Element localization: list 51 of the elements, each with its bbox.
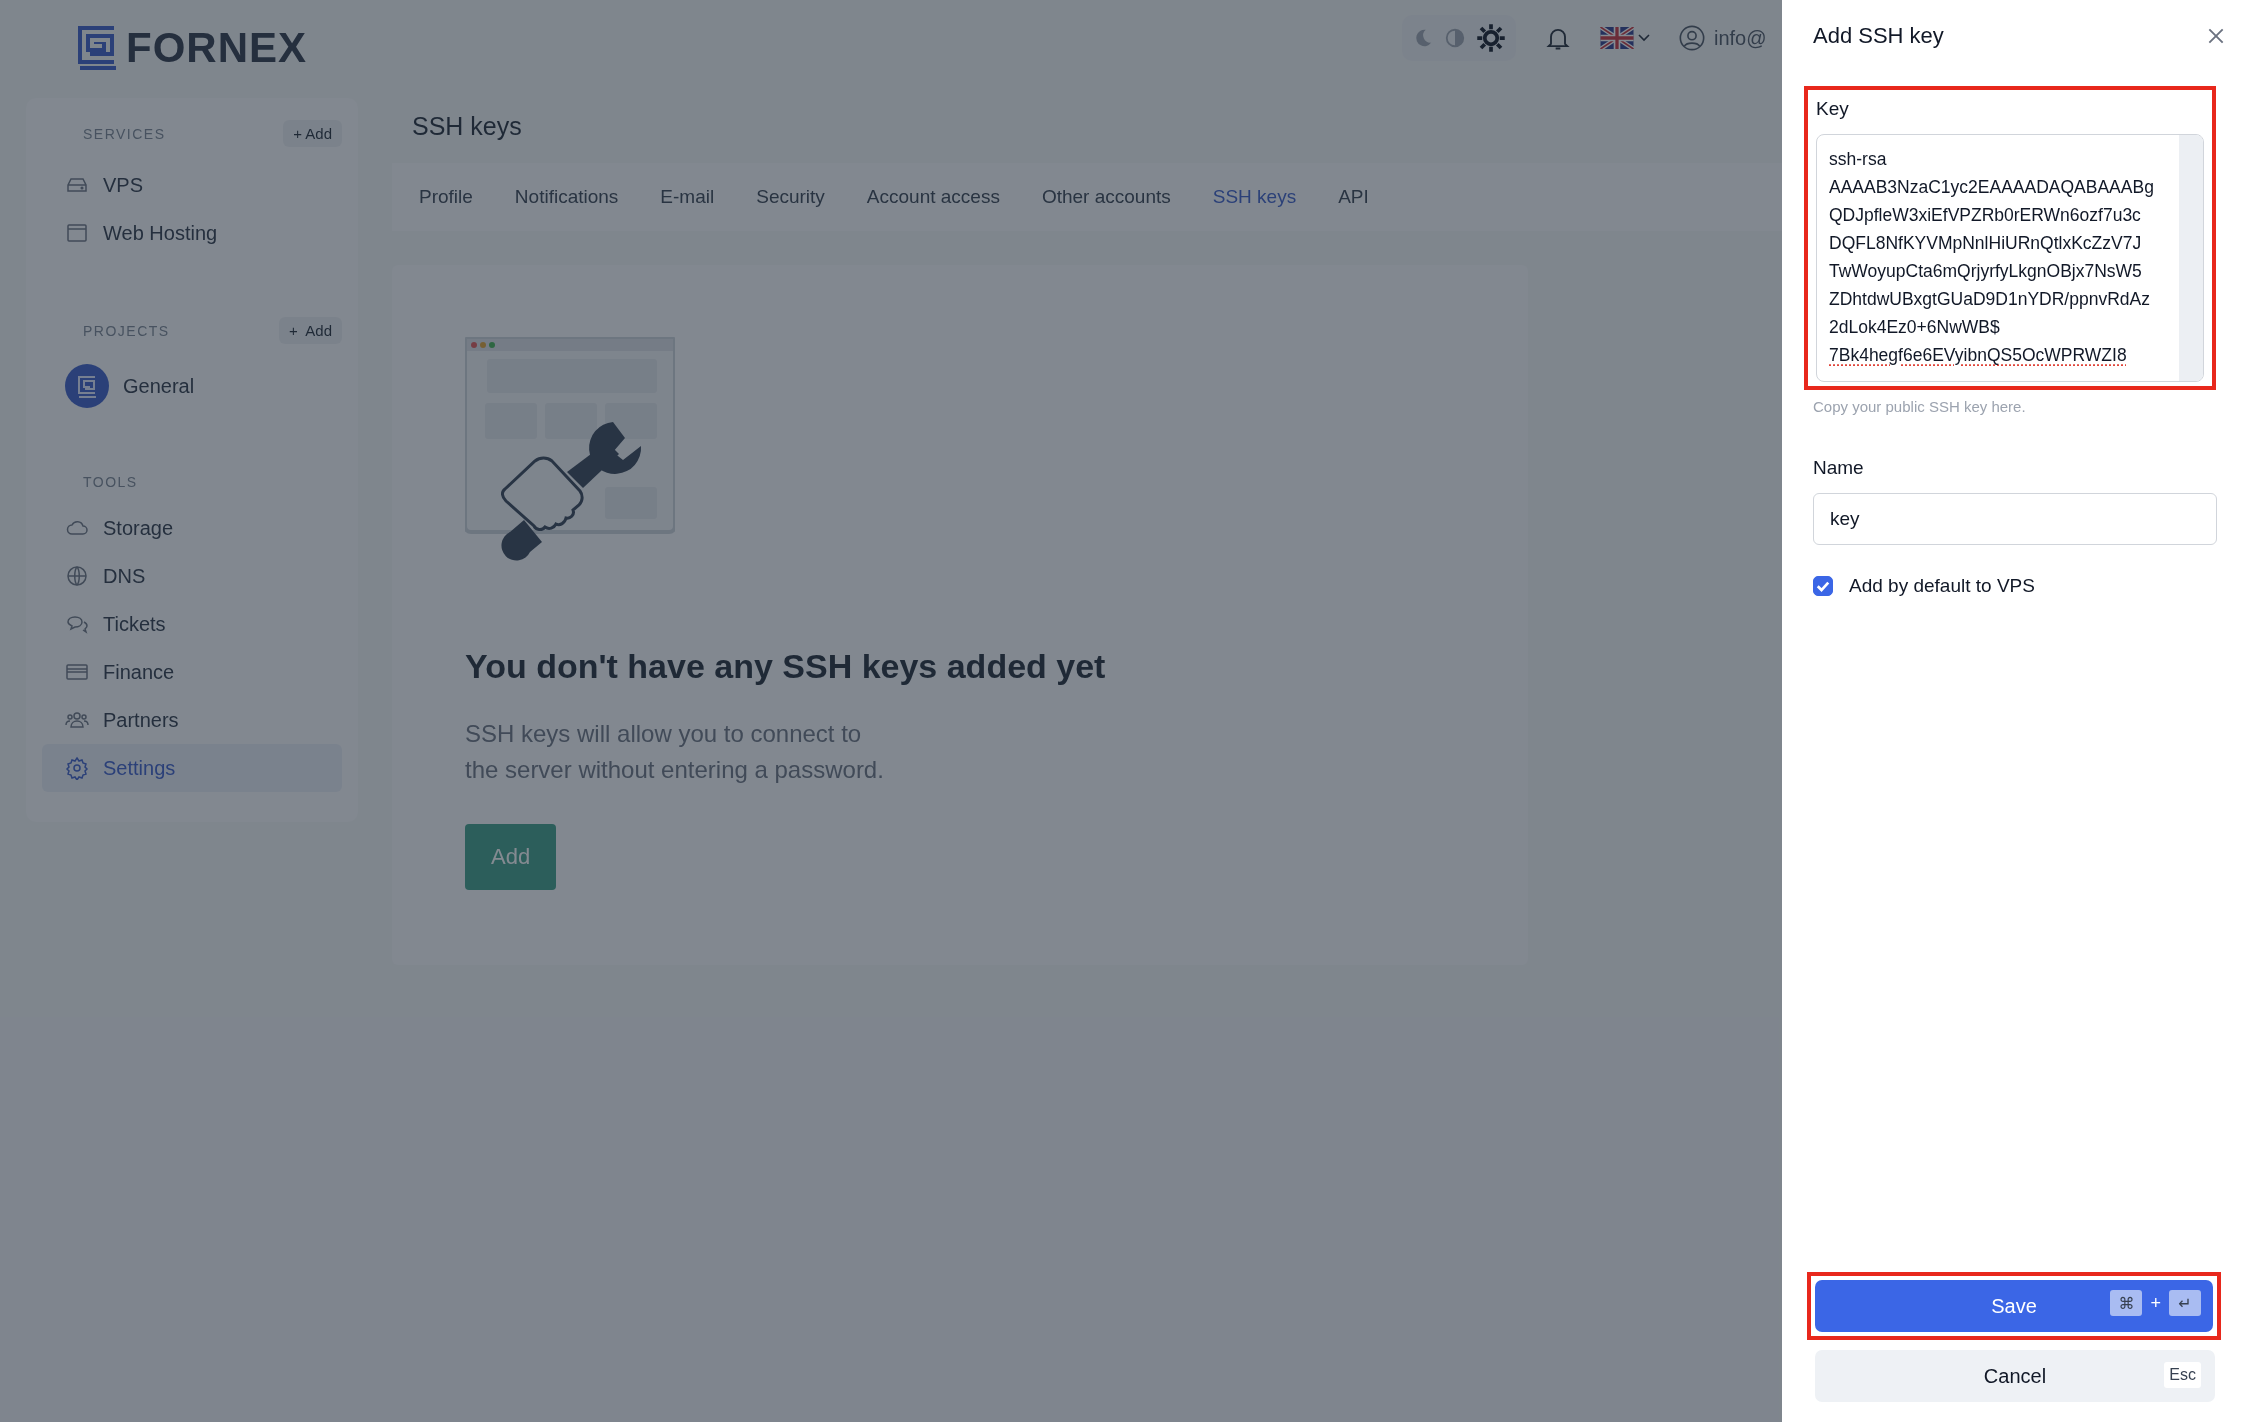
sidebar-item[interactable]: Tickets	[26, 600, 358, 648]
page-title: SSH keys	[412, 112, 523, 141]
field-label: Key	[1816, 98, 1849, 120]
sidebar-item[interactable]: General	[26, 358, 358, 414]
key-cap: Esc	[2164, 1362, 2201, 1388]
save-button[interactable]: Save ⌘ + ↵	[1815, 1280, 2213, 1332]
drawer-title: Add SSH key	[1813, 23, 1944, 49]
cancel-button[interactable]: Cancel Esc	[1815, 1350, 2215, 1402]
add-button[interactable]: + Add	[279, 317, 342, 344]
close-icon[interactable]	[2208, 28, 2224, 44]
tab[interactable]: SSH keys	[1191, 178, 1318, 216]
section-title: SERVICES	[83, 125, 166, 142]
sidebar-item[interactable]: VPS	[26, 161, 358, 209]
project-avatar-icon	[65, 364, 109, 408]
user-email[interactable]: info@	[1714, 26, 1767, 50]
sidebar-item[interactable]: Storage	[26, 504, 358, 552]
chevron-down-icon[interactable]	[1638, 34, 1650, 42]
key-cap: ⌘	[2110, 1290, 2143, 1316]
window-icon	[65, 221, 89, 245]
empty-state-heading: You don't have any SSH keys added yet	[465, 647, 1106, 686]
globe-icon	[65, 564, 89, 588]
logo-text: FORNEX	[126, 24, 307, 72]
sidebar-item[interactable]: Web Hosting	[26, 209, 358, 257]
add-button[interactable]: + Add	[283, 120, 342, 147]
tab[interactable]: Security	[735, 178, 846, 216]
field-label: Name	[1813, 457, 1864, 479]
tab[interactable]: Account access	[845, 178, 1021, 216]
sidebar-item[interactable]: DNS	[26, 552, 358, 600]
sidebar-item[interactable]: Settings	[42, 744, 342, 792]
user-icon[interactable]	[1678, 24, 1706, 52]
tab[interactable]: API	[1317, 178, 1390, 216]
flag-icon[interactable]	[1600, 27, 1634, 49]
gear-icon	[65, 756, 89, 780]
section-title: PROJECTS	[83, 322, 170, 339]
tab[interactable]: Other accounts	[1020, 178, 1192, 216]
tab[interactable]: Notifications	[493, 178, 640, 216]
key-cap: ↵	[2169, 1290, 2201, 1316]
section-title: TOOLS	[83, 474, 138, 490]
add-key-button[interactable]: Add	[465, 824, 557, 890]
key-field[interactable]: ssh-rsa AAAAB3NzaC1yc2EAAAADAQABAAABg QDJpfleW3xiEfVPZRb0rERWn6ozf7u3c DQFL8NfKYVMpNnlHiURnQtlxKcZzV7J TwWoyupCta6mQrjyrfyLkgnOBjx7NsW5 ZDhtdwUBxgtGUaD9D1nYDR/ppnvRdAz 2dLok4Ez0+6NwWB$ 7Bk4hegf6e6EVyibnQS5OcWPRWZI8	[1816, 134, 2204, 382]
sun-icon[interactable]	[1476, 23, 1506, 53]
sidebar-item[interactable]: Partners	[26, 696, 358, 744]
name-field[interactable]: key	[1813, 493, 2217, 545]
checkbox-label: Add by default to VPS	[1849, 575, 2035, 597]
field-hint: Copy your public SSH key here.	[1813, 398, 2026, 415]
checkbox[interactable]	[1813, 576, 1833, 596]
sidebar-item[interactable]: Finance	[26, 648, 358, 696]
tab[interactable]: Profile	[398, 178, 494, 216]
tab[interactable]: E-mail	[639, 178, 736, 216]
empty-state-text: SSH keys will allow you to connect to the server without entering a password.	[465, 719, 884, 785]
plus-sign: +	[2150, 1292, 2161, 1314]
